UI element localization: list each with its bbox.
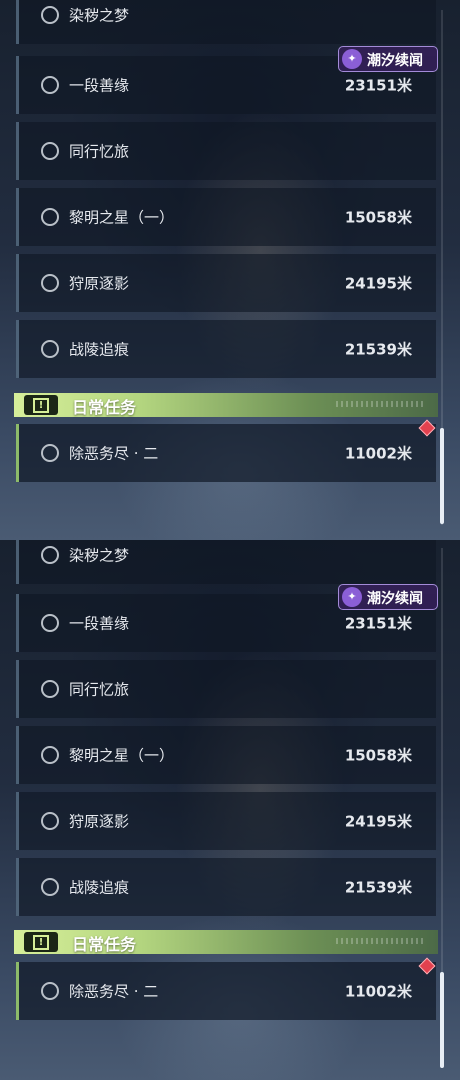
quest-label: 一段善缘 [69,76,130,95]
decorative-stripes [336,401,426,407]
section-title: 日常任务 [72,935,137,954]
daily-quest-row[interactable]: 除恶务尽 · 二 11002米 [16,424,436,482]
daily-section-header: ! 日常任务 [14,930,438,954]
quest-distance: 15058米 [344,208,412,227]
radio-icon[interactable] [41,340,59,358]
scrollbar-thumb[interactable] [440,428,444,524]
radio-icon[interactable] [41,76,59,94]
radio-icon[interactable] [41,878,59,896]
radio-icon[interactable] [41,982,59,1000]
radio-icon[interactable] [41,680,59,698]
event-badge-label: 潮汐续闻 [367,53,423,69]
quest-label: 同行忆旅 [69,680,130,699]
quest-row-dream[interactable]: 染秽之梦 [16,0,436,44]
quest-label: 染秽之梦 [69,6,130,25]
radio-icon[interactable] [41,746,59,764]
quest-row-hunt[interactable]: 狩原逐影 24195米 [16,792,436,850]
quest-label: 战陵追痕 [69,878,130,897]
quest-row-dawn-star[interactable]: 黎明之星（一） 15058米 [16,726,436,784]
quest-label: 染秽之梦 [69,546,130,565]
quest-distance: 21539米 [344,878,412,897]
exclamation-icon: ! [24,395,58,415]
quest-distance: 23151米 [344,76,412,95]
daily-quest-row[interactable]: 除恶务尽 · 二 11002米 [16,962,436,1020]
tide-icon: ✦ [342,49,362,69]
daily-section-header: ! 日常任务 [14,393,438,417]
quest-row-tomb[interactable]: 战陵追痕 21539米 [16,858,436,916]
quest-distance: 23151米 [344,614,412,633]
quest-label: 狩原逐影 [69,812,130,831]
quest-label: 一段善缘 [69,614,130,633]
event-badge-label: 潮汐续闻 [367,591,423,607]
radio-icon[interactable] [41,614,59,632]
event-badge: ✦ 潮汐续闻 [338,584,438,610]
quest-distance: 11002米 [344,982,412,1001]
radio-icon[interactable] [41,444,59,462]
radio-icon[interactable] [41,6,59,24]
quest-row-journey[interactable]: 同行忆旅 [16,122,436,180]
quest-distance: 24195米 [344,812,412,831]
decorative-stripes [336,938,426,944]
quest-distance: 11002米 [344,444,412,463]
quest-panel-bottom: 染秽之梦 一段善缘 23151米 ✦ 潮汐续闻 同行忆旅 黎明之星（一） 150… [0,540,460,1080]
quest-label: 同行忆旅 [69,142,130,161]
radio-icon[interactable] [41,208,59,226]
quest-row-dawn-star[interactable]: 黎明之星（一） 15058米 [16,188,436,246]
quest-row-dream[interactable]: 染秽之梦 [16,540,436,584]
radio-icon[interactable] [41,274,59,292]
quest-distance: 24195米 [344,274,412,293]
quest-label: 除恶务尽 · 二 [69,982,159,1001]
quest-row-tomb[interactable]: 战陵追痕 21539米 [16,320,436,378]
event-badge: ✦ 潮汐续闻 [338,46,438,72]
scrollbar-thumb[interactable] [440,972,444,1068]
radio-icon[interactable] [41,546,59,564]
exclamation-icon: ! [24,932,58,952]
quest-panel-top: 染秽之梦 一段善缘 23151米 ✦ 潮汐续闻 同行忆旅 黎明之星（一） 150… [0,0,460,540]
quest-distance: 15058米 [344,746,412,765]
quest-row-journey[interactable]: 同行忆旅 [16,660,436,718]
quest-label: 除恶务尽 · 二 [69,444,159,463]
quest-distance: 21539米 [344,340,412,359]
quest-label: 狩原逐影 [69,274,130,293]
quest-label: 黎明之星（一） [69,208,175,227]
quest-row-hunt[interactable]: 狩原逐影 24195米 [16,254,436,312]
tide-icon: ✦ [342,587,362,607]
quest-label: 战陵追痕 [69,340,130,359]
radio-icon[interactable] [41,812,59,830]
radio-icon[interactable] [41,142,59,160]
section-title: 日常任务 [72,398,137,417]
quest-label: 黎明之星（一） [69,746,175,765]
